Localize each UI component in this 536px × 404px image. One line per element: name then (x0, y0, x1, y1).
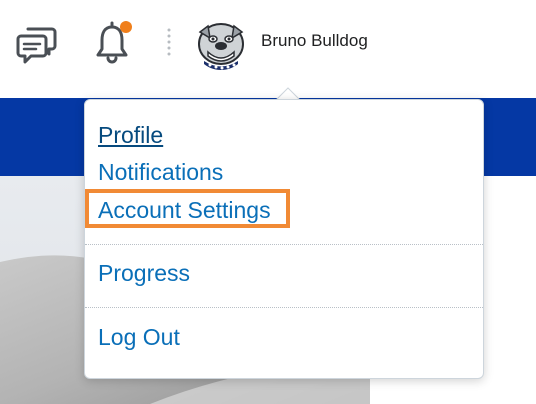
page: Bruno Bulldog Profile Notifications Acco… (0, 0, 536, 404)
menu-item-notifications[interactable]: Notifications (98, 159, 223, 186)
chat-bubbles-icon[interactable] (16, 25, 58, 65)
top-header: Bruno Bulldog (0, 0, 536, 98)
menu-item-progress[interactable]: Progress (98, 260, 190, 287)
menu-item-account-settings[interactable]: Account Settings (98, 197, 271, 224)
vertical-dots-icon (167, 28, 171, 58)
avatar[interactable] (194, 16, 248, 70)
menu-divider (85, 244, 483, 245)
menu-item-log-out[interactable]: Log Out (98, 324, 180, 351)
menu-divider (85, 307, 483, 308)
menu-item-profile[interactable]: Profile (98, 122, 163, 149)
bell-icon[interactable] (92, 20, 136, 64)
user-name[interactable]: Bruno Bulldog (261, 31, 368, 51)
user-dropdown-menu: Profile Notifications Account Settings P… (84, 99, 484, 379)
notification-dot-icon (120, 21, 132, 33)
